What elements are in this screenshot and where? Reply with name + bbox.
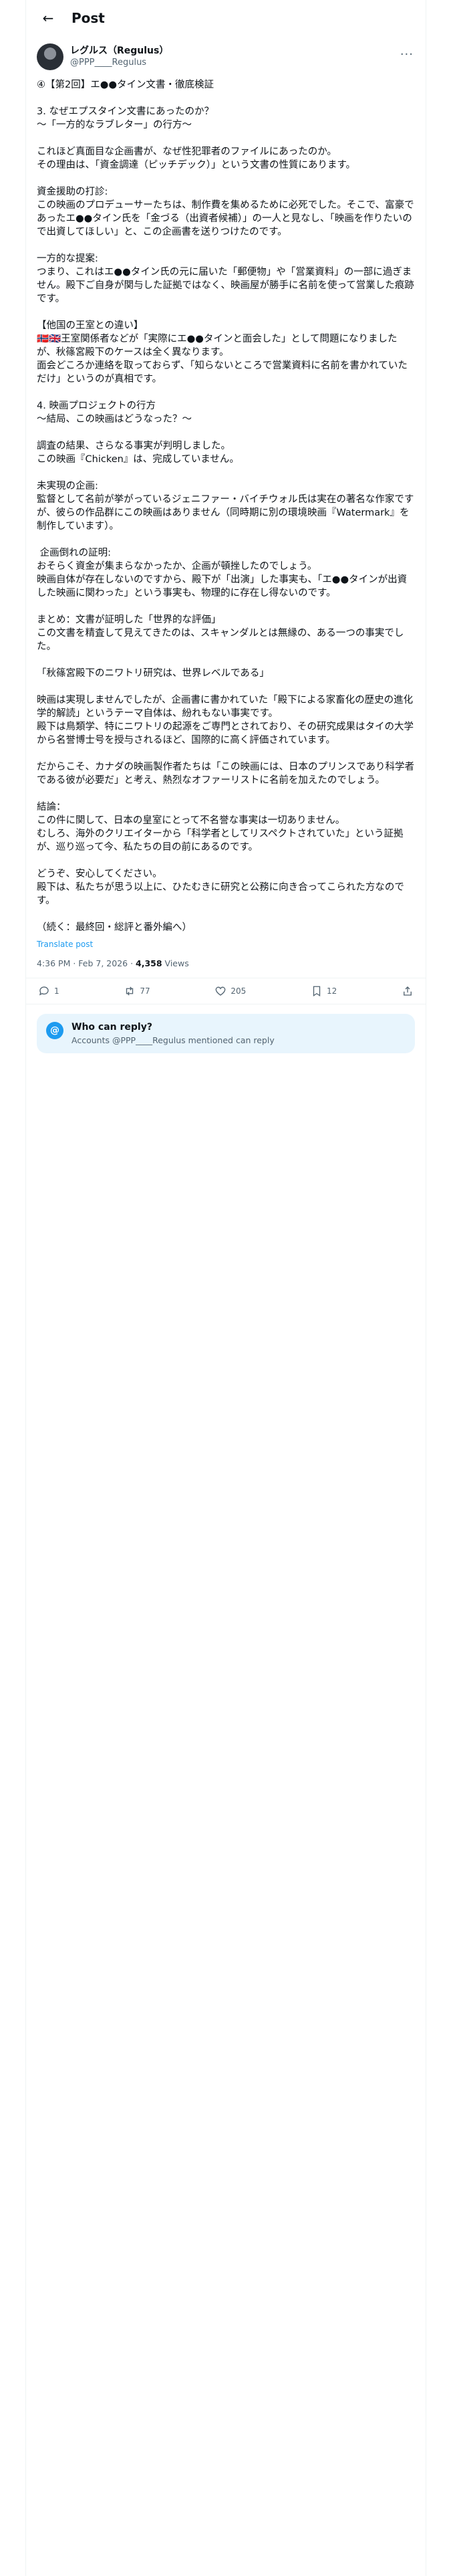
post-paragraph: まとめ：文書が証明した「世界的な評価」 この文書を精査して見えてきたのは、スキャ… — [37, 615, 404, 652]
post-paragraph: これほど真面目な企画書が、なぜ性犯罪者のファイルにあったのか。 その理由は、「資… — [37, 146, 356, 171]
avatar[interactable] — [37, 43, 63, 70]
post-author: レグルス（Regulus） @PPP____Regulus ··· — [26, 35, 426, 70]
more-options-icon[interactable]: ··· — [400, 47, 414, 62]
post-paragraph: どうぞ、安心してください。 殿下は、私たちが思う以上に、ひたむきに研究と公務に向… — [37, 869, 404, 906]
repost-icon — [126, 986, 134, 996]
post-paragraph: 【他国の王室との違い】 🇳🇴🇬🇧王室関係者などが「実際にエ●●タインと面会した」… — [37, 320, 408, 385]
bookmark-button[interactable]: 12 — [311, 985, 337, 997]
post-paragraph: 資金援助の打診: この映画のプロデューサーたちは、制作費を集めるために必死でした… — [37, 187, 414, 237]
post-paragraph: 結論： この件に関して、日本の皇室にとって不名誉な事実は一切ありません。 むしろ… — [37, 802, 404, 853]
post-metadata: 4:36 PM · Feb 7, 2026 · 4,358 Views — [26, 949, 426, 978]
reply-count: 1 — [54, 986, 59, 996]
post-paragraph: 企画倒れの証明: おそらく資金が集まらなかったか、企画が頓挫したのでしょう。 映… — [37, 548, 408, 599]
post-paragraph: 調査の結果、さらなる事実が判明しました。 この映画『Chicken』は、完成して… — [37, 441, 239, 465]
user-handle[interactable]: @PPP____Regulus — [70, 57, 168, 68]
post-paragraph: 4. 映画プロジェクトの行方 〜結局、この映画はどうなった？〜 — [37, 401, 192, 425]
share-button[interactable] — [402, 985, 414, 997]
post-paragraph: 3. なぜエプスタイン文書にあったのか？ 〜「一方的なラブレター」の行方〜 — [37, 106, 214, 130]
translate-post-link[interactable]: Translate post — [26, 940, 426, 949]
post-paragraph: 「秋篠宮殿下のニワトリ研究は、世界レベルである」 — [37, 668, 269, 679]
heart-icon — [215, 986, 226, 996]
action-bar: 1 77 205 12 — [26, 978, 426, 1004]
post-detail-column: ← Post レグルス（Regulus） @PPP____Regulus ···… — [25, 0, 426, 2576]
views-label: Views — [162, 958, 189, 968]
author-names: レグルス（Regulus） @PPP____Regulus — [70, 45, 168, 68]
post-paragraph: 映画は実現しませんでしたが、企画書に書かれていた「殿下による家畜化の歴史の進化学… — [37, 695, 414, 746]
top-bar: ← Post — [26, 0, 426, 35]
reply-icon — [39, 986, 49, 996]
post-paragraph: だからこそ、カナダの映画製作者たちは「この映画には、日本のプリンスであり科学者で… — [37, 762, 415, 786]
reply-restriction-description: Accounts @PPP____Regulus mentioned can r… — [71, 1035, 275, 1045]
post-body: ④【第2回】エ●●タイン文書・徹底検証 3. なぜエプスタイン文書にあったのか？… — [26, 70, 426, 934]
bookmark-count: 12 — [326, 986, 337, 996]
views-count: 4,358 — [136, 958, 162, 968]
post-timestamp[interactable]: 4:36 PM · Feb 7, 2026 · — [37, 958, 136, 968]
post-paragraph: （続く：最終回・総評と番外編へ） — [37, 922, 192, 933]
display-name[interactable]: レグルス（Regulus） — [70, 45, 168, 57]
reply-restriction-notice: @ Who can reply? Accounts @PPP____Regulu… — [37, 1014, 415, 1053]
reply-restriction-title: Who can reply? — [71, 1022, 152, 1033]
repost-count: 77 — [140, 986, 150, 996]
back-arrow-icon[interactable]: ← — [37, 7, 59, 29]
post-paragraph: ④【第2回】エ●●タイン文書・徹底検証 — [37, 80, 214, 90]
post-paragraph: 未実現の企画: 監督として名前が挙がっているジェニファー・バイチウォル氏は実在の… — [37, 481, 414, 532]
like-count: 205 — [231, 986, 247, 996]
like-button[interactable]: 205 — [214, 985, 246, 997]
reply-button[interactable]: 1 — [38, 985, 59, 997]
post-paragraph: 一方的な提案: つまり、これはエ●●タイン氏の元に届いた「郵便物」や「営業資料」… — [37, 253, 414, 304]
bookmark-icon — [313, 986, 321, 997]
at-mention-icon: @ — [46, 1022, 63, 1039]
share-icon — [404, 986, 412, 996]
repost-button[interactable]: 77 — [124, 985, 150, 997]
page-title: Post — [71, 9, 105, 26]
